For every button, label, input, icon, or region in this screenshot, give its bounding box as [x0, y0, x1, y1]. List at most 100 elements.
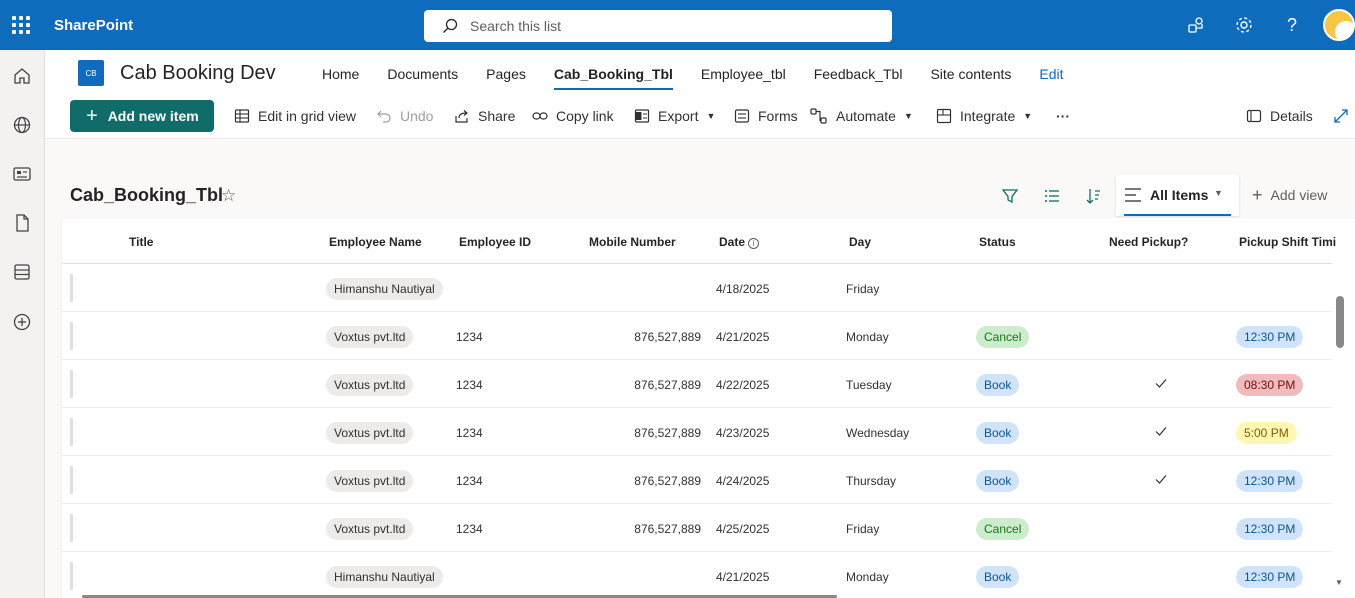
view-selector[interactable]: All Items ▼ [1116, 174, 1239, 216]
status-badge: Book [976, 470, 1020, 492]
details-button[interactable]: Details [1246, 106, 1313, 126]
nav-employee-tbl[interactable]: Employee_tbl [701, 66, 786, 90]
column-header-employee-name[interactable]: Employee Name [329, 235, 422, 249]
row-selector[interactable] [70, 466, 73, 494]
site-title[interactable]: Cab Booking Dev [120, 62, 276, 85]
integrate-icon [936, 108, 952, 124]
mobile-cell: 876,527,889 [634, 426, 701, 440]
row-selector[interactable] [70, 514, 73, 542]
forms-button[interactable]: Forms [734, 106, 798, 126]
row-selector[interactable] [70, 370, 73, 398]
sort-icon[interactable] [1085, 187, 1103, 205]
add-new-item-button[interactable]: + Add new item [70, 100, 214, 132]
gear-icon[interactable] [1234, 15, 1254, 35]
news-icon[interactable] [12, 164, 32, 184]
favorite-star-icon[interactable]: ☆ [221, 186, 236, 206]
date-cell: 4/23/2025 [716, 426, 770, 440]
search-input[interactable] [470, 10, 870, 42]
list-grid: Title Employee Name Employee ID Mobile N… [62, 218, 1355, 598]
employee-name-pill[interactable]: Voxtus pvt.ltd [326, 518, 414, 540]
table-row[interactable]: Voxtus pvt.ltd 1234 876,527,889 4/21/202… [62, 312, 1332, 360]
column-header-mobile[interactable]: Mobile Number [589, 235, 676, 249]
add-view-label: Add view [1270, 187, 1328, 203]
edit-grid-label: Edit in grid view [258, 108, 357, 124]
globe-icon[interactable] [12, 115, 32, 135]
undo-icon [377, 110, 391, 123]
home-icon[interactable] [12, 66, 32, 86]
copy-link-button[interactable]: Copy link [532, 106, 614, 126]
more-button[interactable]: ··· [1056, 106, 1070, 126]
employee-name-pill[interactable]: Voxtus pvt.ltd [326, 422, 414, 444]
share-button[interactable]: Share [454, 106, 515, 126]
date-cell: 4/21/2025 [716, 330, 770, 344]
row-selector[interactable] [70, 274, 73, 302]
shift-badge: 12:30 PM [1236, 326, 1304, 348]
chevron-down-icon: ▼ [706, 111, 716, 121]
avatar[interactable] [1323, 9, 1355, 41]
filter-icon[interactable] [1001, 187, 1019, 205]
nav-edit[interactable]: Edit [1039, 66, 1063, 90]
column-header-date[interactable]: Date i [719, 235, 760, 249]
nav-feedback-tbl[interactable]: Feedback_Tbl [814, 66, 903, 90]
table-row[interactable]: Himanshu Nautiyal 4/18/2025 Friday [62, 264, 1332, 312]
export-label: Export [658, 108, 699, 124]
nav-site-contents[interactable]: Site contents [930, 66, 1011, 90]
group-by-icon[interactable] [1043, 187, 1061, 205]
edit-grid-view-button[interactable]: Edit in grid view [234, 106, 356, 126]
column-header-pickup-shift[interactable]: Pickup Shift Timi [1239, 235, 1336, 249]
search-box[interactable] [424, 10, 892, 42]
column-header-employee-id[interactable]: Employee ID [459, 235, 531, 249]
integrate-label: Integrate [960, 108, 1016, 124]
status-badge: Book [976, 374, 1020, 396]
status-badge: Book [976, 422, 1020, 444]
status-badge: Cancel [976, 326, 1030, 348]
row-selector[interactable] [70, 418, 73, 446]
add-circle-icon[interactable] [12, 312, 32, 332]
date-header-label: Date [719, 235, 746, 249]
row-selector[interactable] [70, 322, 73, 350]
undo-button[interactable]: Undo [376, 106, 433, 126]
table-row[interactable]: Voxtus pvt.ltd 1234 876,527,889 4/22/202… [62, 360, 1332, 408]
site-logo[interactable]: CB [78, 60, 104, 86]
status-badge: Cancel [976, 518, 1030, 540]
table-row[interactable]: Himanshu Nautiyal 4/21/2025 Monday Book … [62, 552, 1332, 598]
waffle-icon[interactable] [12, 16, 30, 34]
nav-home[interactable]: Home [322, 66, 359, 90]
employee-name-pill[interactable]: Voxtus pvt.ltd [326, 326, 414, 348]
checkmark-icon [1155, 379, 1167, 388]
employee-name-pill[interactable]: Himanshu Nautiyal [326, 278, 443, 300]
export-button[interactable]: Export ▼ [634, 106, 715, 126]
integrate-button[interactable]: Integrate ▼ [936, 106, 1032, 126]
add-view-button[interactable]: + Add view [1252, 186, 1327, 204]
nav-cab-booking-tbl[interactable]: Cab_Booking_Tbl [553, 66, 673, 90]
list-title: Cab_Booking_Tbl [70, 185, 224, 205]
nav-documents[interactable]: Documents [387, 66, 458, 90]
row-selector[interactable] [70, 562, 73, 590]
list-icon[interactable] [12, 262, 32, 282]
view-lines-icon [1125, 188, 1141, 202]
day-cell: Wednesday [846, 426, 910, 440]
employee-name-pill[interactable]: Himanshu Nautiyal [326, 566, 443, 588]
app-name[interactable]: SharePoint [54, 17, 133, 34]
expand-icon[interactable] [1333, 108, 1349, 124]
nav-pages[interactable]: Pages [486, 66, 526, 90]
share-people-icon[interactable] [1186, 15, 1206, 35]
scroll-down-arrow-icon[interactable]: ▼ [1335, 578, 1343, 587]
day-cell: Tuesday [846, 378, 892, 392]
vertical-scrollbar-thumb[interactable] [1336, 296, 1344, 348]
employee-name-pill[interactable]: Voxtus pvt.ltd [326, 470, 414, 492]
automate-button[interactable]: Automate ▼ [810, 106, 913, 126]
column-header-title[interactable]: Title [129, 235, 153, 249]
column-header-status[interactable]: Status [979, 235, 1016, 249]
employee-name-pill[interactable]: Voxtus pvt.ltd [326, 374, 414, 396]
search-icon [443, 18, 458, 33]
table-row[interactable]: Voxtus pvt.ltd 1234 876,527,889 4/23/202… [62, 408, 1332, 456]
help-icon[interactable]: ? [1282, 15, 1302, 35]
column-header-need-pickup[interactable]: Need Pickup? [1109, 235, 1188, 249]
column-header-day[interactable]: Day [849, 235, 871, 249]
left-rail [0, 50, 45, 598]
document-icon[interactable] [12, 213, 32, 233]
divider [45, 138, 1355, 139]
table-row[interactable]: Voxtus pvt.ltd 1234 876,527,889 4/24/202… [62, 456, 1332, 504]
table-row[interactable]: Voxtus pvt.ltd 1234 876,527,889 4/25/202… [62, 504, 1332, 552]
